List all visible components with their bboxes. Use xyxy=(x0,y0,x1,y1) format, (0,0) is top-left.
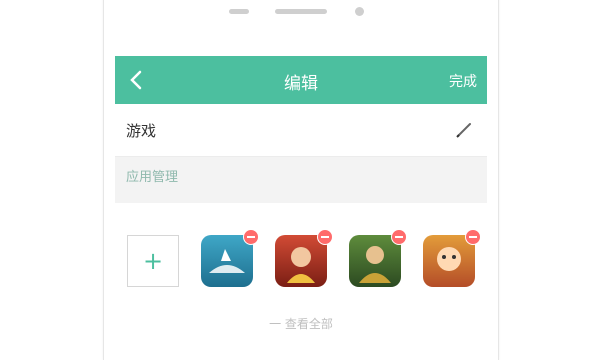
apps-section-header: 应用管理 xyxy=(126,170,179,185)
front-camera xyxy=(355,7,364,16)
folder-name: 游戏 xyxy=(126,122,157,140)
app-icon-three-kingdoms[interactable] xyxy=(275,229,333,287)
remove-app-badge[interactable] xyxy=(391,229,407,245)
speaker-grille xyxy=(275,9,327,14)
pencil-icon[interactable] xyxy=(453,118,475,140)
remove-app-badge[interactable] xyxy=(243,229,259,245)
phone-frame: 编辑 完成 游戏 应用管理 + 一 查看全部 xyxy=(103,0,499,360)
top-bar: 编辑 完成 xyxy=(115,56,487,104)
app-icon-strategy[interactable] xyxy=(349,229,407,287)
view-all-hint[interactable]: 一 查看全部 xyxy=(115,315,487,332)
remove-app-badge[interactable] xyxy=(465,229,481,245)
sensor-dot xyxy=(229,9,249,14)
page-title: 编辑 xyxy=(284,74,318,94)
remove-app-badge[interactable] xyxy=(317,229,333,245)
app-icon-shark[interactable] xyxy=(201,229,259,287)
apps-panel: + 一 查看全部 xyxy=(115,203,487,356)
add-app-button[interactable]: + xyxy=(127,235,179,287)
folder-name-row[interactable]: 游戏 xyxy=(115,104,487,157)
app-icon-cartoon[interactable] xyxy=(423,229,481,287)
done-button[interactable]: 完成 xyxy=(449,71,477,91)
screen: 编辑 完成 游戏 应用管理 + 一 查看全部 xyxy=(115,56,487,356)
